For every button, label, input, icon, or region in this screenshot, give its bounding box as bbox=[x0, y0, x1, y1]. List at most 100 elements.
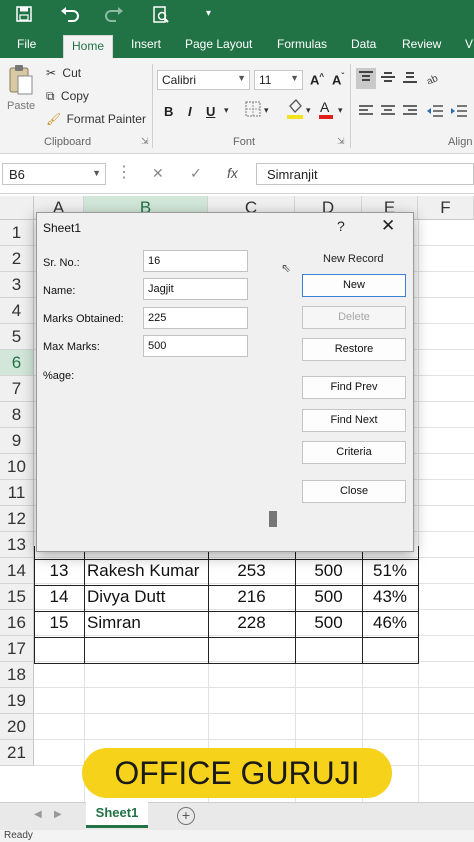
copy-button[interactable]: ⧉ Copy bbox=[46, 89, 89, 104]
row-header-4[interactable]: 4 bbox=[0, 298, 34, 324]
row-header-5[interactable]: 5 bbox=[0, 324, 34, 350]
row-header-17[interactable]: 17 bbox=[0, 636, 34, 662]
font-color-icon[interactable]: A bbox=[318, 98, 334, 123]
table-cell-sr[interactable]: 14 bbox=[34, 584, 84, 610]
find-prev-button[interactable]: Find Prev bbox=[302, 376, 406, 399]
table-cell-sr[interactable]: 15 bbox=[34, 610, 84, 636]
grow-font-icon[interactable]: A^ bbox=[310, 72, 324, 87]
orientation-icon[interactable]: ab bbox=[425, 70, 444, 88]
close-icon[interactable]: ✕ bbox=[381, 216, 395, 236]
borders-icon[interactable] bbox=[244, 100, 262, 121]
format-painter-button[interactable]: 🖌 Format Painter bbox=[46, 112, 146, 126]
align-right-icon[interactable] bbox=[402, 104, 418, 121]
underline-button[interactable]: U bbox=[206, 104, 215, 119]
close-button[interactable]: Close bbox=[302, 480, 406, 503]
tab-formulas[interactable]: Formulas bbox=[277, 37, 327, 51]
name-field[interactable] bbox=[143, 278, 248, 300]
row-header-20[interactable]: 20 bbox=[0, 714, 34, 740]
fill-color-icon[interactable] bbox=[286, 98, 304, 123]
enter-icon[interactable]: ✓ bbox=[190, 165, 202, 182]
font-size-select[interactable]: 11 ▼ bbox=[254, 70, 303, 90]
find-next-button[interactable]: Find Next bbox=[302, 409, 406, 432]
row-header-8[interactable]: 8 bbox=[0, 402, 34, 428]
align-left-icon[interactable] bbox=[358, 104, 374, 121]
scrollbar-thumb[interactable] bbox=[269, 511, 277, 527]
scroll-right-icon[interactable]: ▶ bbox=[54, 809, 62, 820]
row-header-12[interactable]: 12 bbox=[0, 506, 34, 532]
table-cell-marks[interactable]: 253 bbox=[208, 558, 295, 584]
chevron-down-icon[interactable]: ▾ bbox=[264, 105, 269, 116]
table-cell-name[interactable]: Simran bbox=[84, 610, 208, 636]
new-button[interactable]: New bbox=[302, 274, 406, 297]
table-cell-max[interactable]: 500 bbox=[295, 610, 362, 636]
shrink-font-icon[interactable]: Aˇ bbox=[332, 72, 344, 87]
table-cell-name[interactable]: Divya Dutt bbox=[84, 584, 208, 610]
table-cell-marks[interactable]: 216 bbox=[208, 584, 295, 610]
customize-icon[interactable]: ▾ bbox=[206, 8, 211, 19]
cancel-icon[interactable]: ✕ bbox=[152, 165, 164, 182]
font-launcher-icon[interactable]: ⇲ bbox=[337, 136, 345, 147]
marks-obtained-field[interactable] bbox=[143, 307, 248, 329]
bold-button[interactable]: B bbox=[164, 104, 173, 119]
save-icon[interactable] bbox=[16, 6, 32, 27]
table-cell-max[interactable]: 500 bbox=[295, 558, 362, 584]
row-header-16[interactable]: 16 bbox=[0, 610, 34, 636]
column-header-f[interactable]: F bbox=[418, 196, 474, 220]
print-preview-icon[interactable] bbox=[152, 6, 170, 29]
align-center-icon[interactable] bbox=[380, 104, 396, 121]
select-all-corner[interactable] bbox=[0, 196, 34, 220]
row-header-11[interactable]: 11 bbox=[0, 480, 34, 506]
sr-no-field[interactable] bbox=[143, 250, 248, 272]
delete-button[interactable]: Delete bbox=[302, 306, 406, 329]
tab-page-layout[interactable]: Page Layout bbox=[185, 37, 252, 51]
italic-button[interactable]: I bbox=[188, 104, 192, 119]
row-header-19[interactable]: 19 bbox=[0, 688, 34, 714]
table-cell-sr[interactable]: 13 bbox=[34, 558, 84, 584]
help-icon[interactable]: ? bbox=[337, 218, 345, 234]
font-name-select[interactable]: Calibri ▼ bbox=[157, 70, 250, 90]
increase-indent-icon[interactable] bbox=[450, 104, 468, 121]
tab-insert[interactable]: Insert bbox=[131, 37, 161, 51]
align-bottom-icon[interactable] bbox=[402, 70, 418, 87]
tab-review[interactable]: Review bbox=[402, 37, 441, 51]
row-header-14[interactable]: 14 bbox=[0, 558, 34, 584]
chevron-down-icon[interactable]: ▾ bbox=[306, 105, 311, 116]
tab-view[interactable]: V bbox=[465, 37, 473, 51]
row-header-1[interactable]: 1 bbox=[0, 220, 34, 246]
insert-function-icon[interactable]: fx bbox=[227, 165, 238, 181]
row-header-18[interactable]: 18 bbox=[0, 662, 34, 688]
tab-home[interactable]: Home bbox=[63, 35, 114, 58]
scroll-left-icon[interactable]: ◀ bbox=[34, 809, 42, 820]
add-sheet-icon[interactable]: + bbox=[177, 807, 195, 825]
table-cell-pct[interactable]: 51% bbox=[362, 558, 418, 584]
tab-data[interactable]: Data bbox=[351, 37, 376, 51]
formula-input[interactable]: Simranjit bbox=[256, 163, 474, 185]
table-cell-pct[interactable]: 46% bbox=[362, 610, 418, 636]
sheet-tab-sheet1[interactable]: Sheet1 bbox=[86, 802, 148, 828]
restore-button[interactable]: Restore bbox=[302, 338, 406, 361]
table-cell-name[interactable]: Rakesh Kumar bbox=[84, 558, 208, 584]
max-marks-field[interactable] bbox=[143, 335, 248, 357]
table-cell-marks[interactable]: 228 bbox=[208, 610, 295, 636]
paste-icon[interactable] bbox=[8, 64, 34, 99]
clipboard-launcher-icon[interactable]: ⇲ bbox=[141, 136, 149, 147]
row-header-15[interactable]: 15 bbox=[0, 584, 34, 610]
tab-file[interactable]: File bbox=[17, 37, 36, 51]
row-header-6[interactable]: 6 bbox=[0, 350, 34, 376]
table-cell-pct[interactable]: 43% bbox=[362, 584, 418, 610]
row-header-9[interactable]: 9 bbox=[0, 428, 34, 454]
align-middle-icon[interactable] bbox=[380, 70, 396, 87]
name-box[interactable]: B6 ▼ bbox=[2, 163, 106, 185]
row-header-3[interactable]: 3 bbox=[0, 272, 34, 298]
decrease-indent-icon[interactable] bbox=[426, 104, 444, 121]
chevron-down-icon[interactable]: ▾ bbox=[224, 105, 229, 116]
align-top-icon[interactable] bbox=[356, 68, 376, 89]
paste-label[interactable]: Paste bbox=[7, 100, 35, 112]
table-cell-max[interactable]: 500 bbox=[295, 584, 362, 610]
row-header-10[interactable]: 10 bbox=[0, 454, 34, 480]
row-header-7[interactable]: 7 bbox=[0, 376, 34, 402]
cut-button[interactable]: ✂ Cut bbox=[46, 66, 81, 80]
redo-icon[interactable] bbox=[104, 6, 124, 27]
undo-icon[interactable] bbox=[60, 6, 80, 27]
chevron-down-icon[interactable]: ▾ bbox=[338, 105, 343, 116]
